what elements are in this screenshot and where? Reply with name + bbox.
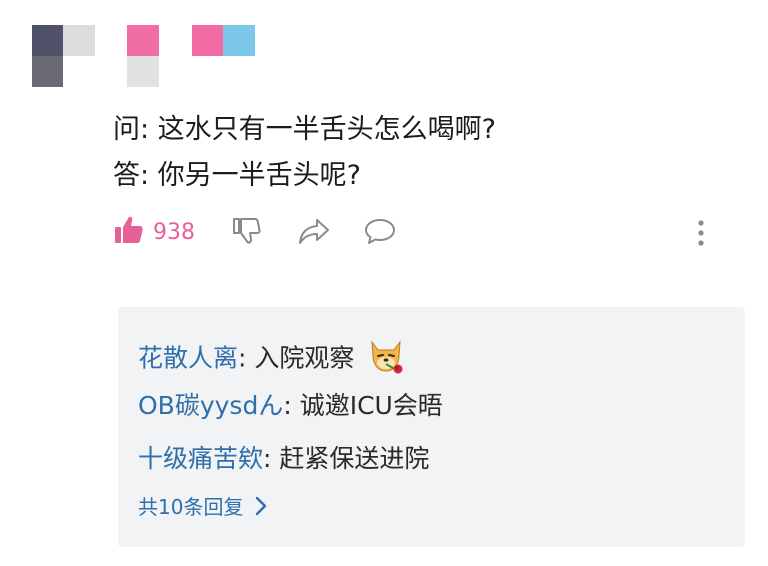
reply-item[interactable]: OB碳yysdん: 诚邀ICU会晤: [138, 389, 443, 423]
reply-username[interactable]: 十级痛苦欸: [138, 444, 263, 473]
username-pixel: [192, 25, 223, 56]
like-count: 938: [153, 219, 195, 245]
share-icon: [298, 217, 330, 249]
username-pixel: [127, 25, 159, 56]
reply-separator: :: [238, 343, 255, 373]
view-more-replies-link[interactable]: 共10条回复: [138, 491, 267, 520]
thumbs-down-icon: [232, 216, 262, 250]
reply-item[interactable]: 花散人离: 入院观察: [138, 336, 406, 383]
thumbs-up-icon: [113, 214, 145, 250]
comment-icon: [363, 217, 397, 249]
dislike-button[interactable]: [232, 216, 262, 250]
reply-username[interactable]: 花散人离: [138, 344, 238, 373]
avatar-pixel: [32, 56, 63, 87]
reply-separator: :: [263, 444, 280, 473]
post-question: 问: 这水只有一半舌头怎么喝啊?: [113, 114, 497, 145]
like-button[interactable]: 938: [113, 214, 195, 250]
reply-item[interactable]: 十级痛苦欸: 赶紧保送进院: [138, 442, 429, 476]
view-more-replies-label: 共10条回复: [138, 495, 244, 519]
action-bar: 938: [0, 210, 768, 260]
reply-text: 入院观察: [254, 343, 355, 373]
comment-button[interactable]: [363, 217, 397, 249]
reply-text: 诚邀ICU会晤: [299, 391, 443, 420]
reply-text: 赶紧保送进院: [279, 444, 430, 473]
reply-username[interactable]: OB碳yysdん: [138, 391, 283, 420]
avatar-pixel: [32, 25, 63, 56]
doge-rose-emoji-icon: [366, 336, 406, 383]
post-answer: 答: 你另一半舌头呢?: [113, 160, 362, 191]
replies-panel: 花散人离: 入院观察 OB碳yysdん: 诚邀ICU会晤 十级痛苦欸: 赶紧保送…: [118, 307, 745, 547]
username-pixel: [127, 56, 159, 87]
avatar-pixel: [63, 25, 95, 56]
more-vertical-icon: [694, 218, 708, 252]
chevron-right-icon: [255, 496, 267, 516]
comment-page: 问: 这水只有一半舌头怎么喝啊? 答: 你另一半舌头呢? 938 花散人离: 入…: [0, 0, 768, 566]
share-button[interactable]: [298, 217, 330, 249]
more-options-button[interactable]: [694, 218, 708, 252]
username-pixel: [223, 25, 255, 56]
reply-separator: :: [283, 391, 300, 420]
